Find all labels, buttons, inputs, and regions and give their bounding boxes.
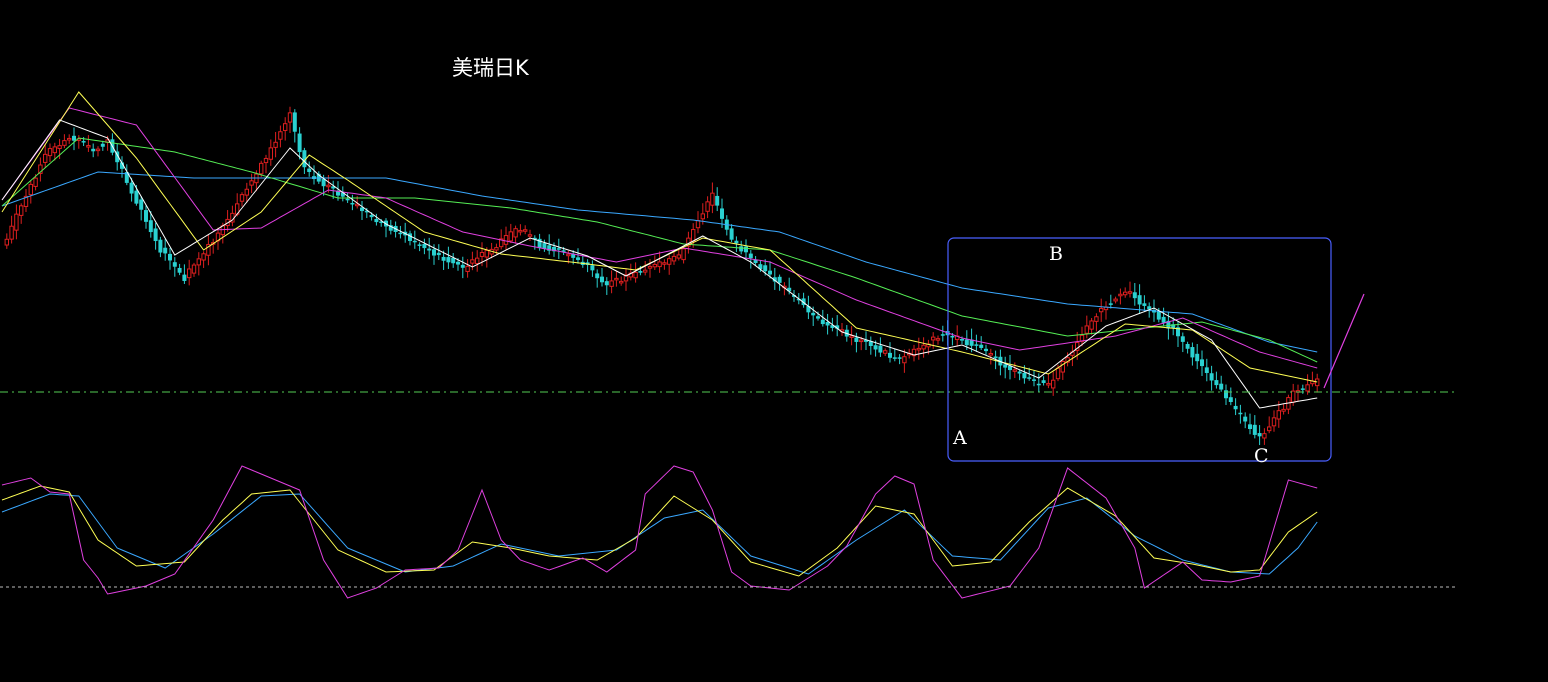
point-c-label: C <box>1254 445 1269 467</box>
chart-background <box>0 0 1548 682</box>
point-a-label: A <box>952 427 967 449</box>
point-b-label: B <box>1049 243 1063 265</box>
chart-title: 美瑞日K <box>452 56 530 80</box>
kline-chart: A B C 美瑞日K <box>0 0 1548 682</box>
